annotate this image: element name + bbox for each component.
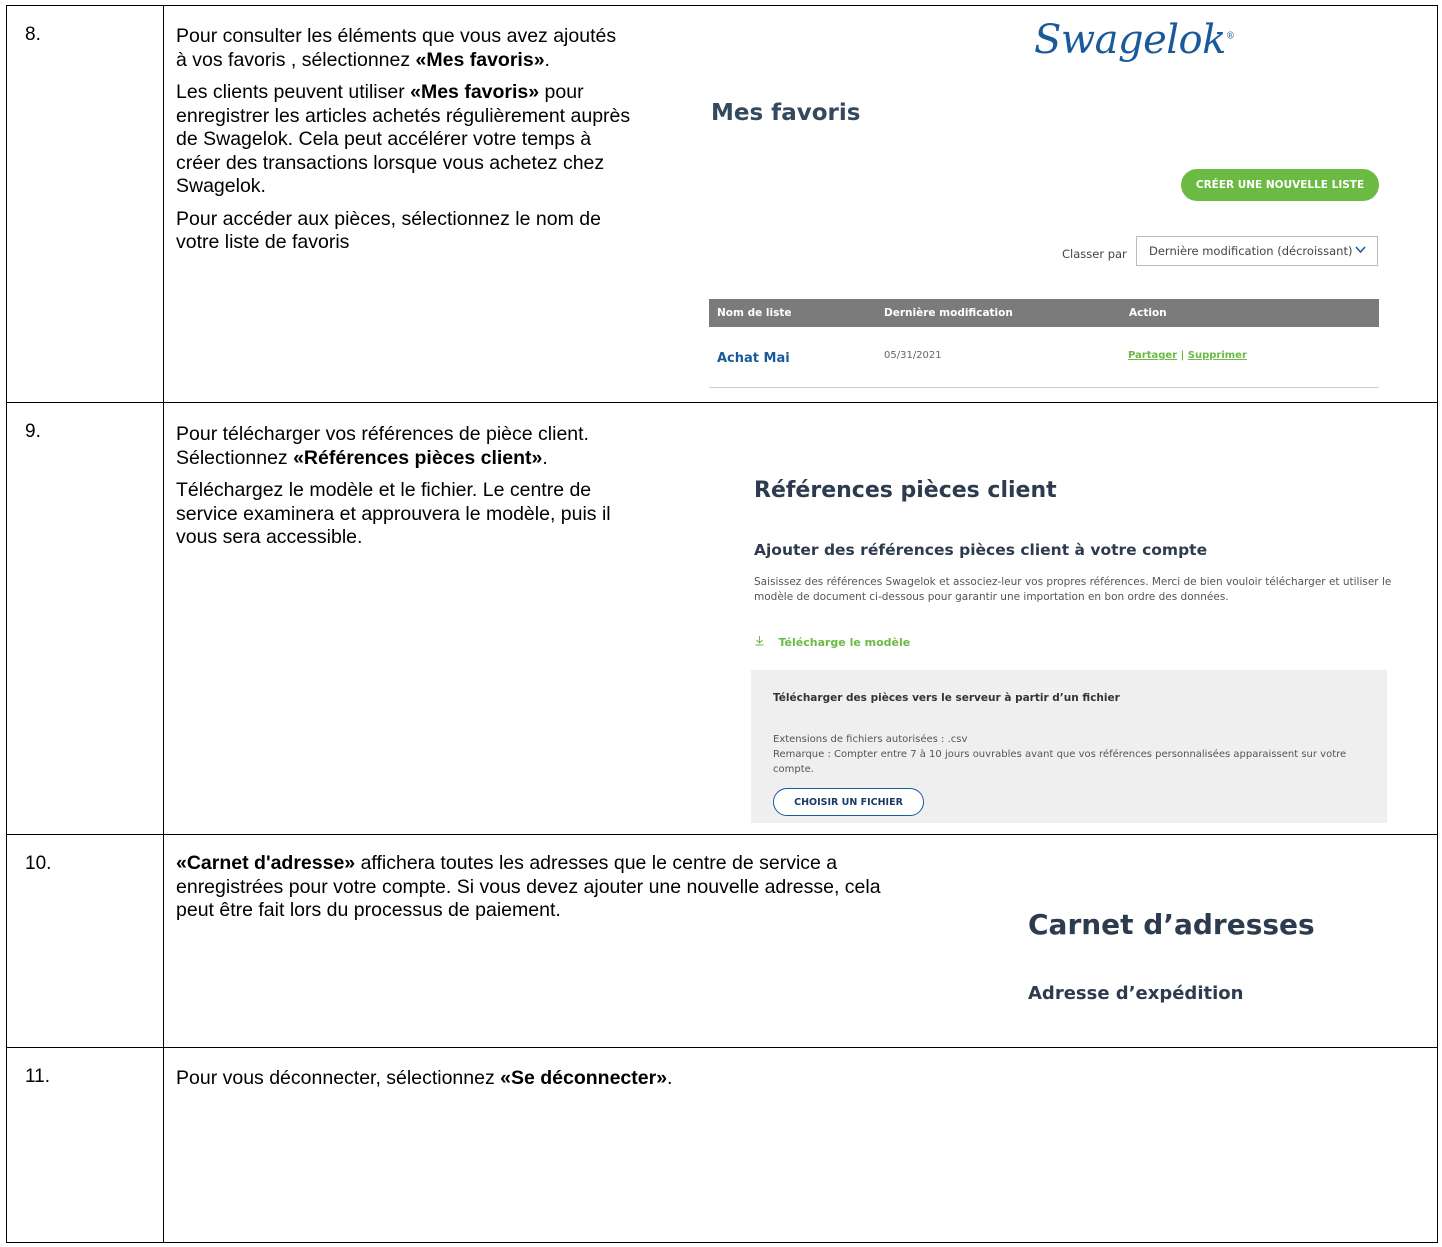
download-icon [754, 636, 769, 649]
registered-mark: ® [1225, 31, 1235, 42]
column-header: Nom de liste [717, 307, 792, 319]
shipping-address-heading: Adresse d’expédition [1028, 983, 1244, 1004]
instruction-paragraph: Les clients peuvent utiliser «Mes favori… [176, 81, 631, 199]
step-row-11: 11. Pour vous déconnecter, sélectionnez … [6, 1047, 1438, 1243]
instruction-paragraph: Pour consulter les éléments que vous ave… [176, 25, 631, 72]
upload-note: Remarque : Compter entre 7 à 10 jours ou… [773, 749, 1347, 775]
logo-text: Swagelok [1034, 17, 1226, 63]
row-divider [709, 387, 1379, 388]
favorites-title: Mes favoris [711, 100, 861, 126]
bold-text: «Carnet d'adresse» [176, 852, 356, 874]
instruction-paragraph: Téléchargez le modèle et le fichier. Le … [176, 479, 656, 550]
sort-label: Classer par [1062, 247, 1127, 261]
step-row-9: 9. Pour télécharger vos références de pi… [6, 402, 1438, 835]
references-title: Références pièces client [754, 478, 1057, 503]
address-book-title: Carnet d’adresses [1028, 908, 1315, 941]
step-content: Pour télécharger vos références de pièce… [163, 402, 1438, 835]
allowed-extensions: Extensions de fichiers autorisées : .csv [773, 734, 968, 745]
list-name-link[interactable]: Achat Mai [717, 351, 790, 366]
upload-panel: Télécharger des pièces vers le serveur à… [751, 670, 1387, 823]
step-number: 9. [6, 402, 164, 835]
bold-text: «Mes favoris» [410, 81, 540, 103]
references-description: Saisissez des références Swagelok et ass… [754, 576, 1392, 603]
step-instructions: «Carnet d'adresse» affichera toutes les … [176, 852, 896, 932]
step-instructions: Pour vous déconnecter, sélectionnez «Se … [176, 1067, 1076, 1100]
step-content: «Carnet d'adresse» affichera toutes les … [163, 834, 1438, 1048]
instruction-paragraph: Pour vous déconnecter, sélectionnez «Se … [176, 1067, 1076, 1091]
list-actions: Partager | Supprimer [1128, 350, 1247, 361]
text: Pour vous déconnecter, sélectionnez [176, 1067, 501, 1089]
column-header: Dernière modification [884, 307, 1013, 319]
instruction-paragraph: Pour accéder aux pièces, sélectionnez le… [176, 208, 631, 255]
step-number: 10. [6, 834, 164, 1048]
text: Les clients peuvent utiliser [176, 81, 411, 103]
text: . [542, 446, 548, 469]
step-content: Pour consulter les éléments que vous ave… [163, 5, 1438, 403]
bold-text: «Mes favoris» [415, 48, 545, 71]
bold-text: «Références pièces client» [293, 446, 543, 469]
instruction-paragraph: «Carnet d'adresse» affichera toutes les … [176, 852, 896, 923]
step-number: 11. [6, 1047, 164, 1243]
text: Pour accéder aux pièces, sélectionnez le… [176, 207, 601, 254]
step-instructions: Pour télécharger vos références de pièce… [176, 423, 656, 559]
bold-text: «Se déconnecter» [500, 1067, 668, 1089]
references-subtitle: Ajouter des références pièces client à v… [754, 541, 1208, 559]
step-number: 8. [6, 5, 164, 403]
action-separator: | [1177, 350, 1188, 361]
step-instructions: Pour consulter les éléments que vous ave… [176, 25, 631, 264]
column-header: Action [1129, 307, 1167, 319]
chevron-down-icon [1354, 243, 1367, 259]
step-row-8: 8. Pour consulter les éléments que vous … [6, 5, 1438, 403]
choose-file-button[interactable]: CHOISIR UN FICHIER [773, 788, 924, 816]
delete-link[interactable]: Supprimer [1188, 350, 1247, 361]
swagelok-logo: Swagelok® [1034, 17, 1235, 63]
text: . [544, 48, 550, 71]
instruction-paragraph: Pour télécharger vos références de pièce… [176, 423, 656, 470]
steps-table: 8. Pour consulter les éléments que vous … [6, 5, 1438, 1243]
share-link[interactable]: Partager [1128, 350, 1177, 361]
download-template-link[interactable]: Télécharge le modèle [754, 635, 910, 649]
step-content: Pour vous déconnecter, sélectionnez «Se … [163, 1047, 1438, 1243]
list-date: 05/31/2021 [884, 350, 942, 361]
sort-value: Dernière modification (décroissant) [1149, 244, 1353, 258]
text: . [667, 1067, 673, 1089]
text: Téléchargez le modèle et le fichier. Le … [176, 479, 611, 548]
upload-info: Extensions de fichiers autorisées : .csv… [773, 732, 1373, 777]
upload-title: Télécharger des pièces vers le serveur à… [773, 692, 1120, 704]
download-link-text: Télécharge le modèle [778, 636, 911, 649]
sort-select[interactable]: Dernière modification (décroissant) [1136, 236, 1378, 266]
favorites-table-header: Nom de liste Dernière modification Actio… [709, 299, 1379, 327]
step-row-10: 10. «Carnet d'adresse» affichera toutes … [6, 834, 1438, 1048]
text: Pour consulter les éléments que vous ave… [176, 25, 617, 71]
create-list-button[interactable]: CRÉER UNE NOUVELLE LISTE [1181, 169, 1379, 201]
